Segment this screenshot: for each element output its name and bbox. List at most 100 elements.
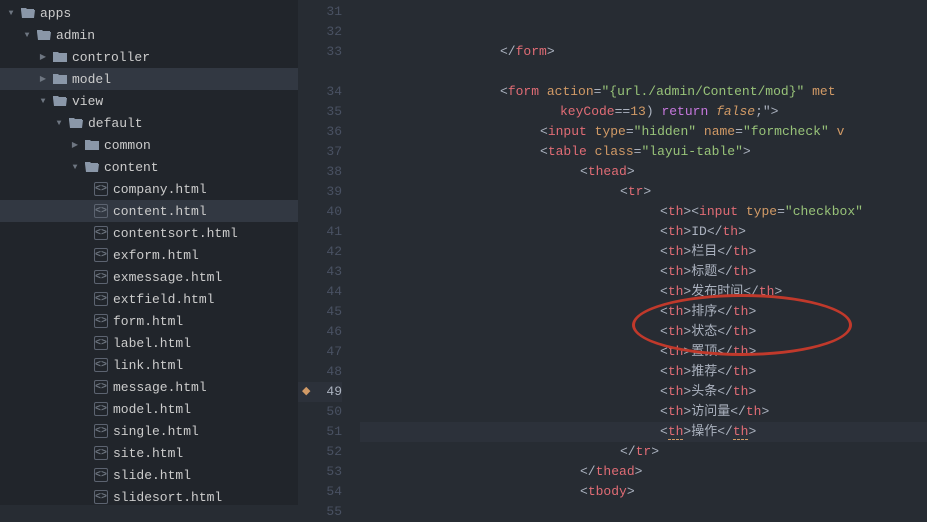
html-file-icon: <> bbox=[94, 248, 108, 262]
folder-open-icon bbox=[20, 5, 36, 21]
tree-label: extfield.html bbox=[113, 292, 214, 307]
code-line[interactable]: <tbody> bbox=[360, 482, 927, 502]
code-line[interactable]: </form> bbox=[360, 42, 927, 62]
tree-file[interactable]: <> exform.html bbox=[0, 244, 298, 266]
code-line[interactable]: <thead> bbox=[360, 162, 927, 182]
tree-file[interactable]: <> single.html bbox=[0, 420, 298, 442]
chevron-down-icon: ▼ bbox=[22, 31, 32, 40]
code-line[interactable]: <th>访问量</th> bbox=[360, 402, 927, 422]
tree-label: link.html bbox=[113, 358, 183, 373]
tree-label: content.html bbox=[113, 204, 207, 219]
tree-folder-admin[interactable]: ▼ admin bbox=[0, 24, 298, 46]
tree-folder-common[interactable]: ▶ common bbox=[0, 134, 298, 156]
tree-file[interactable]: <> site.html bbox=[0, 442, 298, 464]
tree-file[interactable]: <> model.html bbox=[0, 398, 298, 420]
html-file-icon: <> bbox=[94, 270, 108, 284]
html-file-icon: <> bbox=[94, 402, 108, 416]
html-file-icon: <> bbox=[94, 380, 108, 394]
html-file-icon: <> bbox=[94, 358, 108, 372]
tree-label: contentsort.html bbox=[113, 226, 238, 241]
tree-label: company.html bbox=[113, 182, 207, 197]
tree-label: default bbox=[88, 116, 143, 131]
tree-folder-content[interactable]: ▼ content bbox=[0, 156, 298, 178]
html-file-icon: <> bbox=[94, 204, 108, 218]
tree-label: label.html bbox=[113, 336, 191, 351]
tree-file[interactable]: <> message.html bbox=[0, 376, 298, 398]
chevron-down-icon: ▼ bbox=[38, 97, 48, 106]
code-line[interactable]: <table class="layui-table"> bbox=[360, 142, 927, 162]
code-line[interactable]: <th>排序</th> bbox=[360, 302, 927, 322]
tree-label: message.html bbox=[113, 380, 207, 395]
tree-label: apps bbox=[40, 6, 71, 21]
tree-label: controller bbox=[72, 50, 150, 65]
folder-icon bbox=[52, 71, 68, 87]
tree-file[interactable]: <> contentsort.html bbox=[0, 222, 298, 244]
chevron-down-icon: ▼ bbox=[54, 119, 64, 128]
code-line[interactable]: <th>状态</th> bbox=[360, 322, 927, 342]
code-line[interactable]: <th>置顶</th> bbox=[360, 342, 927, 362]
html-file-icon: <> bbox=[94, 226, 108, 240]
html-file-icon: <> bbox=[94, 182, 108, 196]
code-line[interactable]: keyCode==13) return false;"> bbox=[360, 102, 927, 122]
html-file-icon: <> bbox=[94, 424, 108, 438]
code-line[interactable]: <th>ID</th> bbox=[360, 222, 927, 242]
tree-file[interactable]: <> company.html bbox=[0, 178, 298, 200]
tree-file[interactable]: <> slidesort.html bbox=[0, 486, 298, 505]
code-line[interactable]: </tr> bbox=[360, 442, 927, 462]
tree-file[interactable]: <> link.html bbox=[0, 354, 298, 376]
code-line[interactable]: <th><input type="checkbox" bbox=[360, 202, 927, 222]
tree-label: slidesort.html bbox=[113, 490, 222, 505]
code-line[interactable]: <th>发布时间</th> bbox=[360, 282, 927, 302]
code-line[interactable]: <input type="hidden" name="formcheck" v bbox=[360, 122, 927, 142]
tree-file[interactable]: <> exmessage.html bbox=[0, 266, 298, 288]
tree-label: site.html bbox=[113, 446, 183, 461]
tree-folder-apps[interactable]: ▼ apps bbox=[0, 2, 298, 24]
code-line[interactable]: <th>标题</th> bbox=[360, 262, 927, 282]
html-file-icon: <> bbox=[94, 468, 108, 482]
tree-label: exform.html bbox=[113, 248, 199, 263]
html-file-icon: <> bbox=[94, 446, 108, 460]
folder-icon bbox=[52, 49, 68, 65]
folder-open-icon bbox=[52, 93, 68, 109]
chevron-right-icon: ▶ bbox=[38, 52, 48, 62]
code-line[interactable]: <th>栏目</th> bbox=[360, 242, 927, 262]
folder-open-icon bbox=[84, 159, 100, 175]
tree-folder-model[interactable]: ▶ model bbox=[0, 68, 298, 90]
code-line[interactable]: <th>头条</th> bbox=[360, 382, 927, 402]
chevron-down-icon: ▼ bbox=[70, 163, 80, 172]
code-line[interactable]: </thead> bbox=[360, 462, 927, 482]
tree-file-active[interactable]: <> content.html bbox=[0, 200, 298, 222]
line-number-gutter: 313233 34353637383940414243444546474849◆… bbox=[298, 0, 360, 505]
tree-label: common bbox=[104, 138, 151, 153]
html-file-icon: <> bbox=[94, 314, 108, 328]
tree-folder-view[interactable]: ▼ view bbox=[0, 90, 298, 112]
chevron-right-icon: ▶ bbox=[38, 74, 48, 84]
tree-folder-controller[interactable]: ▶ controller bbox=[0, 46, 298, 68]
code-line[interactable]: <tr> bbox=[360, 182, 927, 202]
tree-label: admin bbox=[56, 28, 95, 43]
code-editor[interactable]: </form> <form action="{url./admin/Content… bbox=[360, 0, 927, 505]
html-file-icon: <> bbox=[94, 292, 108, 306]
tree-label: single.html bbox=[113, 424, 199, 439]
tree-file[interactable]: <> extfield.html bbox=[0, 288, 298, 310]
tree-label: content bbox=[104, 160, 159, 175]
chevron-right-icon: ▶ bbox=[70, 140, 80, 150]
tree-file[interactable]: <>label.html bbox=[0, 332, 298, 354]
tree-label: model bbox=[72, 72, 111, 87]
code-line[interactable] bbox=[360, 62, 927, 82]
tree-file[interactable]: <> slide.html bbox=[0, 464, 298, 486]
file-tree[interactable]: ▼ apps ▼ admin ▶ controller ▶ model ▼ vi… bbox=[0, 0, 298, 505]
tree-label: exmessage.html bbox=[113, 270, 222, 285]
tree-file[interactable]: <> form.html bbox=[0, 310, 298, 332]
tree-label: slide.html bbox=[113, 468, 191, 483]
chevron-down-icon: ▼ bbox=[6, 9, 16, 18]
folder-open-icon bbox=[36, 27, 52, 43]
tree-label: form.html bbox=[113, 314, 183, 329]
folder-icon bbox=[84, 137, 100, 153]
html-file-icon: <> bbox=[94, 490, 108, 504]
tree-folder-default[interactable]: ▼ default bbox=[0, 112, 298, 134]
code-line[interactable]: <th>推荐</th> bbox=[360, 362, 927, 382]
tree-label: model.html bbox=[113, 402, 191, 417]
code-line[interactable]: <th>操作</th> bbox=[360, 422, 927, 442]
code-line[interactable]: <form action="{url./admin/Content/mod}" … bbox=[360, 82, 927, 102]
